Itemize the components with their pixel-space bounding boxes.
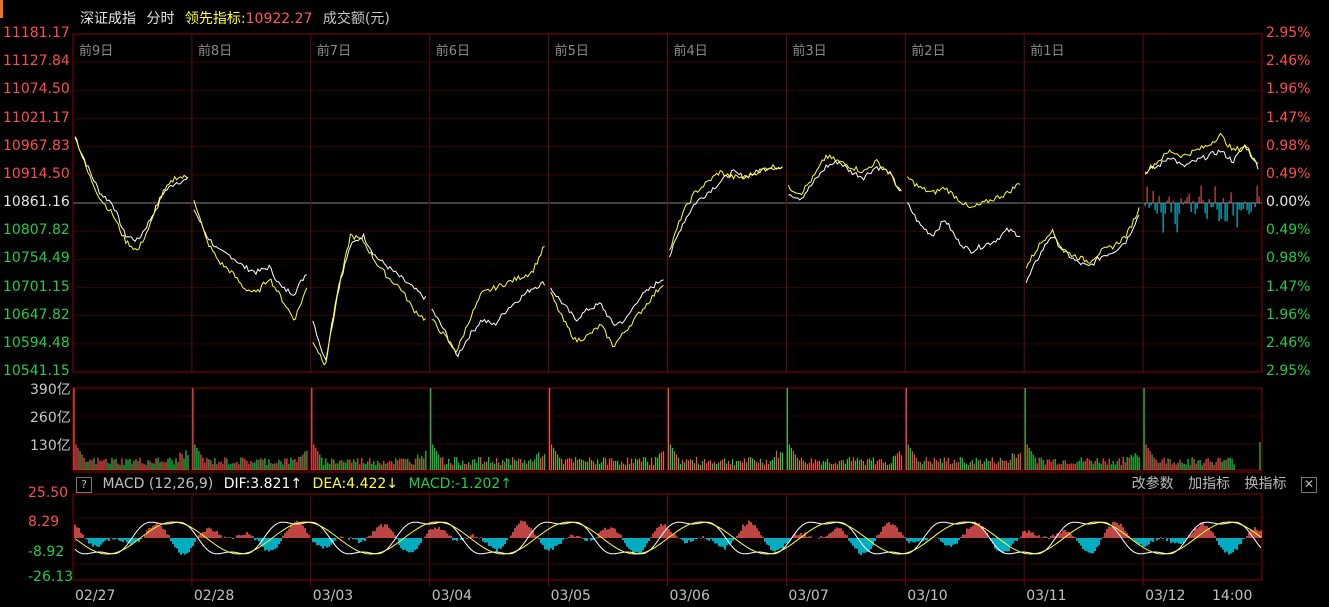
percent-tick-label: 2.95%	[1266, 363, 1311, 379]
price-tick-label: 11021.17	[3, 109, 70, 126]
dif-value: DIF:3.821↑	[223, 476, 303, 492]
percent-tick-label: 0.00%	[1266, 194, 1311, 210]
date-tick-label: 02/27	[75, 588, 116, 604]
macd-legend: ? MACD (12,26,9) DIF:3.821↑ DEA:4.422↓ M…	[76, 474, 518, 494]
add-indicator-button[interactable]: 加指标	[1188, 476, 1230, 492]
leading-indicator-line	[74, 136, 189, 251]
help-icon[interactable]: ?	[76, 477, 92, 493]
macd-value: MACD:-1.202↑	[408, 476, 513, 492]
day-tag: 前1日	[1030, 44, 1065, 59]
percent-tick-label: 0.98%	[1266, 137, 1311, 154]
macd-tick-label: 8.29	[28, 514, 60, 530]
index-price-line	[1025, 214, 1140, 283]
price-tick-label: 11181.17	[3, 25, 70, 41]
price-tick-label: 10914.50	[3, 165, 70, 182]
date-tick-label: 03/05	[550, 588, 591, 604]
dea-value: DEA:4.422↓	[312, 476, 399, 492]
date-tick-label: 14:00	[1212, 588, 1253, 604]
date-tick-label: 03/10	[907, 588, 948, 604]
index-price-line	[193, 209, 308, 296]
switch-indicator-button[interactable]: 换指标	[1245, 476, 1287, 492]
macd-tick-label: -8.92	[28, 544, 65, 560]
index-price-line	[906, 202, 1021, 254]
leading-indicator-line	[312, 233, 427, 366]
date-tick-label: 03/12	[1145, 588, 1186, 604]
percent-tick-label: 1.96%	[1266, 81, 1311, 98]
price-tick-label: 10541.15	[3, 363, 70, 379]
leading-indicator-line	[1144, 132, 1259, 175]
day-tag: 前4日	[673, 44, 708, 59]
price-tick-label: 10647.82	[3, 306, 70, 323]
date-tick-label: 02/28	[193, 588, 235, 604]
percent-tick-label: 1.47%	[1266, 278, 1311, 295]
date-tick-label: 03/04	[431, 588, 473, 604]
volume-tick-label: 390亿	[30, 382, 71, 398]
day-tag: 前7日	[316, 44, 352, 59]
macd-tick-label: 25.50	[28, 485, 69, 501]
leading-indicator-line	[431, 246, 545, 354]
edit-params-button[interactable]: 改参数	[1132, 476, 1174, 492]
leading-indicator-line	[669, 163, 783, 251]
index-price-line	[431, 281, 546, 358]
close-icon[interactable]: ✕	[1301, 477, 1317, 493]
macd-tools: 改参数 加指标 换指标 ✕	[1122, 474, 1317, 494]
index-price-line	[788, 159, 902, 201]
percent-tick-label: 0.49%	[1266, 165, 1311, 182]
price-tick-label: 10754.49	[3, 250, 70, 267]
day-tag: 前2日	[911, 44, 946, 59]
percent-tick-label: 1.96%	[1266, 306, 1311, 323]
day-tag: 前3日	[792, 44, 827, 59]
percent-tick-label: 0.49%	[1266, 222, 1311, 239]
day-tag: 前6日	[435, 44, 470, 59]
volume-tick-label: 260亿	[30, 410, 71, 426]
macd-title[interactable]: MACD (12,26,9)	[102, 476, 213, 492]
intraday-chart[interactable]	[0, 0, 1329, 607]
price-tick-label: 10967.83	[3, 137, 70, 154]
index-price-line	[669, 166, 783, 258]
percent-tick-label: 0.98%	[1266, 250, 1311, 267]
macd-tick-label: -26.13	[28, 569, 74, 585]
index-price-line	[550, 279, 664, 326]
date-tick-label: 03/11	[1026, 588, 1067, 604]
price-tick-label: 11127.84	[3, 53, 70, 70]
price-tick-label: 10594.48	[3, 334, 70, 351]
price-tick-label: 11074.50	[3, 81, 70, 98]
price-tick-label: 10701.15	[3, 278, 70, 295]
day-tag: 前9日	[79, 44, 114, 59]
index-price-line	[74, 137, 189, 243]
percent-tick-label: 2.46%	[1266, 334, 1311, 351]
price-tick-label: 10807.82	[3, 222, 70, 239]
leading-indicator-line	[193, 199, 308, 321]
price-tick-label: 10861.16	[3, 194, 70, 210]
percent-tick-label: 2.95%	[1266, 25, 1311, 41]
date-tick-label: 03/03	[312, 588, 354, 604]
day-tag: 前5日	[554, 44, 589, 59]
date-tick-label: 03/06	[669, 588, 710, 604]
volume-tick-label: 130亿	[30, 438, 71, 454]
percent-tick-label: 2.46%	[1266, 53, 1311, 70]
percent-tick-label: 1.47%	[1266, 109, 1311, 126]
date-tick-label: 03/07	[788, 588, 829, 604]
day-tag: 前8日	[197, 44, 233, 59]
